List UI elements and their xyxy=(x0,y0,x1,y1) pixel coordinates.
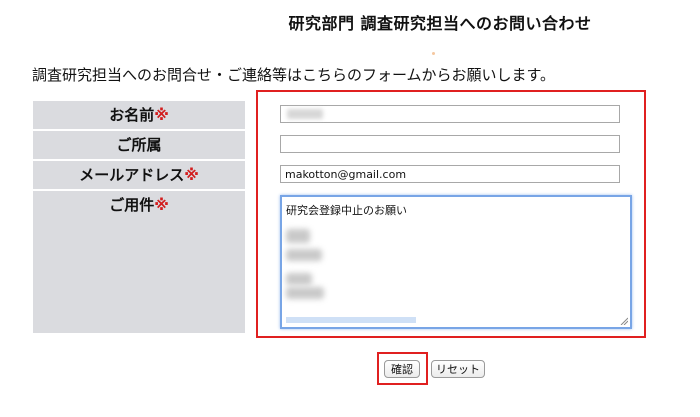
message-field-cell: 研究会登録中止のお願い xyxy=(245,191,643,333)
page-title: 研究部門 調査研究担当へのお問い合わせ xyxy=(288,14,592,33)
form-row-email: メールアドレス※ xyxy=(33,161,643,189)
email-label-cell: メールアドレス※ xyxy=(33,161,245,189)
intro-text: 調査研究担当へのお問合せ・ご連絡等はこちらのフォームからお願いします。 xyxy=(32,66,556,84)
redacted-text-block xyxy=(286,287,324,299)
name-input[interactable] xyxy=(280,105,620,123)
contact-form-page: 研究部門 調査研究担当へのお問い合わせ 調査研究担当へのお問合せ・ご連絡等はこち… xyxy=(0,0,700,417)
affiliation-field-cell xyxy=(245,131,643,159)
form-row-name: お名前※ xyxy=(33,101,643,129)
email-input[interactable] xyxy=(280,165,620,183)
name-required-mark: ※ xyxy=(154,106,169,124)
message-first-line: 研究会登録中止のお願い xyxy=(286,204,407,217)
affiliation-label-cell: ご所属 xyxy=(33,131,245,159)
resize-grip-icon[interactable] xyxy=(620,317,628,325)
message-label: ご用件 xyxy=(109,196,155,214)
redacted-name xyxy=(287,109,323,119)
affiliation-label: ご所属 xyxy=(116,136,162,154)
decorative-dot xyxy=(432,52,435,55)
message-label-cell: ご用件※ xyxy=(33,191,245,333)
confirm-button[interactable]: 確認 xyxy=(384,360,420,378)
email-label: メールアドレス xyxy=(79,166,185,184)
redacted-text-block xyxy=(286,249,322,261)
message-textarea[interactable]: 研究会登録中止のお願い xyxy=(280,195,632,329)
redacted-text-block xyxy=(286,273,312,285)
redacted-link-line xyxy=(286,317,416,323)
form-row-affiliation: ご所属 xyxy=(33,131,643,159)
message-required-mark: ※ xyxy=(154,196,169,214)
affiliation-input[interactable] xyxy=(280,135,620,153)
form-row-message: ご用件※ 研究会登録中止のお願い xyxy=(33,191,643,333)
name-label: お名前 xyxy=(109,106,155,124)
redacted-text-block xyxy=(286,229,310,243)
name-field-cell xyxy=(245,101,643,129)
email-field-cell xyxy=(245,161,643,189)
reset-button[interactable]: リセット xyxy=(431,360,485,378)
email-required-mark: ※ xyxy=(184,166,199,184)
name-label-cell: お名前※ xyxy=(33,101,245,129)
